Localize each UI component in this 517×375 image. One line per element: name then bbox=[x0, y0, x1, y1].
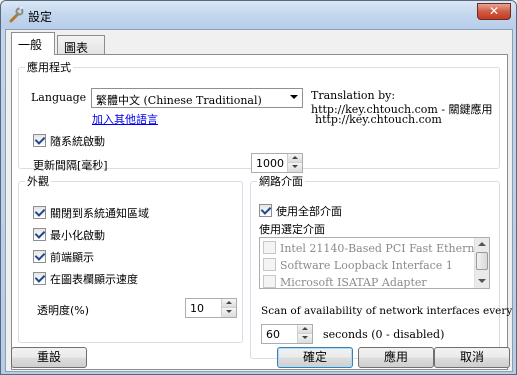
wrench-icon bbox=[9, 7, 24, 23]
interfaces-scrollbar[interactable] bbox=[474, 238, 489, 288]
start-minimized-checkbox[interactable]: 最小化啟動 bbox=[33, 227, 105, 243]
cancel-button-label: 取消 bbox=[459, 350, 484, 364]
opacity-label: 透明度(%) bbox=[37, 304, 90, 317]
translator-url: http://key.chtouch.com bbox=[315, 113, 442, 126]
checkbox-checked-icon bbox=[259, 204, 272, 217]
tab-panel-general: 應用程式 Language 繁體中文 (Chinese Traditional)… bbox=[11, 54, 512, 370]
network-interfaces-group-title: 網路介面 bbox=[259, 175, 303, 188]
checkbox-checked-icon bbox=[33, 272, 46, 285]
checkbox-unchecked-icon bbox=[263, 258, 276, 271]
language-select-value: 繁體中文 (Chinese Traditional) bbox=[96, 94, 262, 107]
application-group: 應用程式 Language 繁體中文 (Chinese Traditional)… bbox=[18, 59, 500, 173]
spinner-buttons bbox=[287, 154, 302, 172]
spinner-buttons bbox=[297, 325, 312, 343]
window-title: 設定 bbox=[28, 10, 53, 24]
checkbox-checked-icon bbox=[33, 228, 46, 241]
show-speed-taskbar-checkbox[interactable]: 在圖表欄顯示速度 bbox=[33, 271, 138, 287]
tab-general-label: 一般 bbox=[18, 38, 43, 52]
reset-button[interactable]: 重設 bbox=[11, 347, 87, 368]
start-with-system-checkbox[interactable]: 隨系統啟動 bbox=[33, 133, 105, 149]
client-area: 一般 圖表 應用程式 Language 繁體中文 (Chinese Tradit… bbox=[5, 29, 513, 372]
use-selected-interfaces-label: 使用選定介面 bbox=[259, 223, 325, 236]
scroll-down-icon[interactable] bbox=[475, 275, 489, 288]
scroll-thumb[interactable] bbox=[476, 252, 488, 270]
ok-button[interactable]: 確定 bbox=[277, 347, 353, 368]
use-all-interfaces-checkbox[interactable]: 使用全部介面 bbox=[259, 203, 342, 219]
apply-button[interactable]: 應用 bbox=[358, 347, 434, 368]
chevron-down-icon bbox=[290, 95, 298, 99]
opacity-spinner[interactable]: 10 bbox=[185, 298, 237, 318]
show-speed-taskbar-label: 在圖表欄顯示速度 bbox=[50, 273, 138, 286]
update-interval-value: 1000 bbox=[256, 157, 284, 170]
checkbox-checked-icon bbox=[33, 250, 46, 263]
scan-interval-text: Scan of availability of network interfac… bbox=[261, 305, 513, 317]
list-item[interactable]: Microsoft ISATAP Adapter bbox=[263, 275, 427, 288]
list-item[interactable]: Software Loopback Interface 1 bbox=[263, 258, 453, 272]
scan-interval-spinner[interactable]: 60 bbox=[261, 324, 313, 344]
tab-chart-label: 圖表 bbox=[64, 41, 89, 55]
checkbox-unchecked-icon bbox=[263, 275, 276, 288]
reset-button-label: 重設 bbox=[36, 350, 61, 364]
update-interval-label: 更新間隔[毫秒] bbox=[33, 159, 108, 172]
spin-down-icon[interactable] bbox=[298, 334, 312, 343]
start-minimized-label: 最小化啟動 bbox=[50, 229, 105, 242]
scroll-up-icon[interactable] bbox=[475, 238, 489, 251]
appearance-group: 外觀 關閉到系統通知區域 最小化啟動 前端顯示 在圖表欄顯示速度 透明度(%) … bbox=[18, 173, 243, 343]
close-icon: ✕ bbox=[488, 4, 500, 18]
language-label: Language bbox=[31, 91, 87, 104]
update-interval-spinner[interactable]: 1000 bbox=[251, 153, 303, 173]
close-to-tray-label: 關閉到系統通知區域 bbox=[50, 207, 149, 220]
use-all-interfaces-label: 使用全部介面 bbox=[276, 205, 342, 218]
spin-up-icon[interactable] bbox=[288, 154, 302, 163]
tab-chart[interactable]: 圖表 bbox=[57, 35, 105, 55]
spin-up-icon[interactable] bbox=[298, 325, 312, 334]
start-with-system-label: 隨系統啟動 bbox=[50, 135, 105, 148]
checkbox-unchecked-icon bbox=[263, 241, 276, 254]
spin-up-icon[interactable] bbox=[222, 299, 236, 308]
list-item[interactable]: Intel 21140-Based PCI Fast Ethernet Adap… bbox=[263, 241, 489, 255]
application-group-title: 應用程式 bbox=[27, 61, 71, 74]
apply-button-label: 應用 bbox=[383, 350, 408, 364]
close-button[interactable]: ✕ bbox=[477, 3, 511, 20]
checkbox-checked-icon bbox=[33, 206, 46, 219]
scan-interval-value: 60 bbox=[266, 328, 280, 341]
network-interfaces-group: 網路介面 使用全部介面 使用選定介面 Intel 21140-Based PCI… bbox=[250, 173, 512, 359]
language-select[interactable]: 繁體中文 (Chinese Traditional) bbox=[91, 88, 303, 108]
always-on-top-label: 前端顯示 bbox=[50, 251, 94, 264]
cancel-button[interactable]: 取消 bbox=[434, 347, 510, 368]
spinner-buttons bbox=[221, 299, 236, 317]
title-bar[interactable]: 設定 ✕ bbox=[1, 1, 516, 29]
settings-window: 設定 ✕ 一般 圖表 應用程式 Language 繁體中文 (Chinese T… bbox=[0, 0, 517, 375]
add-language-link[interactable]: 加入其他語言 bbox=[92, 111, 158, 127]
tab-general[interactable]: 一般 bbox=[11, 32, 55, 55]
always-on-top-checkbox[interactable]: 前端顯示 bbox=[33, 249, 94, 265]
ok-button-label: 確定 bbox=[302, 350, 327, 364]
spin-down-icon[interactable] bbox=[288, 163, 302, 172]
appearance-group-title: 外觀 bbox=[27, 175, 49, 188]
close-to-tray-checkbox[interactable]: 關閉到系統通知區域 bbox=[33, 205, 149, 221]
opacity-value: 10 bbox=[190, 302, 204, 315]
interfaces-list[interactable]: Intel 21140-Based PCI Fast Ethernet Adap… bbox=[259, 237, 490, 289]
checkbox-checked-icon bbox=[33, 134, 46, 147]
scan-interval-suffix: seconds (0 - disabled) bbox=[323, 328, 445, 341]
spin-down-icon[interactable] bbox=[222, 308, 236, 317]
